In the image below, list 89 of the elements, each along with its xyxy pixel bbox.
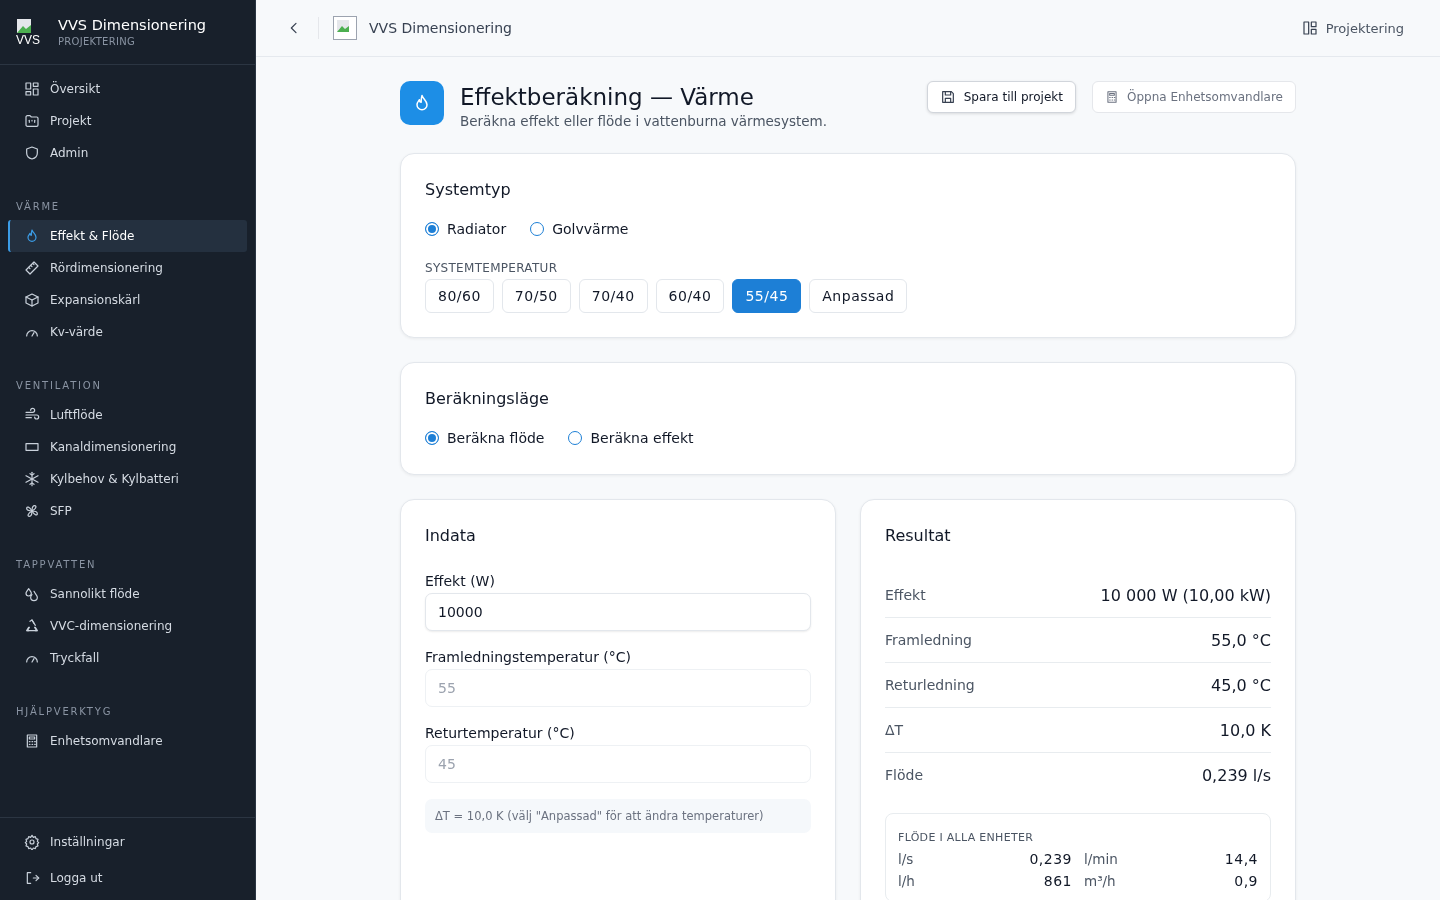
projektering-link[interactable]: Projektering xyxy=(1301,20,1404,36)
nav-item[interactable]: Kylbehov & Kylbatteri xyxy=(8,463,247,495)
nav-item[interactable]: SFP xyxy=(8,495,247,527)
recycle-icon xyxy=(24,618,40,634)
result-value: 10,0 K xyxy=(1219,720,1271,740)
nav-item[interactable]: Översikt xyxy=(8,73,247,105)
field-caption: SYSTEMTEMPERATUR xyxy=(425,261,559,275)
nav-item[interactable]: Kv-värde xyxy=(8,316,247,348)
box-icon xyxy=(24,292,40,308)
layout-icon xyxy=(1301,20,1318,36)
nav-item[interactable]: Inställningar xyxy=(8,826,247,858)
fan-icon xyxy=(24,503,40,519)
gear-icon xyxy=(24,834,40,850)
heading: Effektberäkning — Värme xyxy=(460,83,755,112)
field-label: Returtemperatur (°C) xyxy=(425,725,576,741)
result-label: Effekt xyxy=(885,587,926,603)
nav-item[interactable]: Tryckfall xyxy=(8,642,247,674)
unit-value: 14,4 xyxy=(1223,851,1258,867)
nav-item[interactable]: Kanaldimensionering xyxy=(8,431,247,463)
nav-item[interactable]: Enhetsomvandlare xyxy=(8,725,247,757)
nav-item[interactable]: Sannolikt flöde xyxy=(8,578,247,610)
temperature-preset-button[interactable]: Anpassad xyxy=(809,279,908,313)
grid-icon xyxy=(24,81,40,97)
nav-item[interactable]: VVC-dimensionering xyxy=(8,610,247,642)
broken-image-icon xyxy=(16,18,32,34)
header-button[interactable]: Öppna Enhetsomvandlare xyxy=(1091,81,1296,113)
field-label: Effekt (W) xyxy=(425,573,496,589)
field-label: Framledningstemperatur (°C) xyxy=(425,649,633,665)
unit-label: m³/h xyxy=(1084,873,1117,889)
nav-section-heading: VÄRME xyxy=(15,199,61,214)
result-label: Flöde xyxy=(885,767,923,783)
radio-option[interactable]: Beräkna flöde xyxy=(425,430,545,446)
result-label: Returledning xyxy=(885,677,975,693)
flame-badge-icon xyxy=(400,81,444,125)
header-button[interactable]: Spara till projekt xyxy=(926,81,1076,113)
unit-label: l/min xyxy=(1084,851,1119,867)
folder-icon xyxy=(24,113,40,129)
unit-label: l/h xyxy=(898,873,916,889)
result-label: Framledning xyxy=(885,632,972,648)
temperature-preset-button[interactable]: 70/50 xyxy=(501,279,571,313)
nav-item[interactable]: Effekt & Flöde xyxy=(8,220,247,252)
card-title: Systemtyp xyxy=(425,180,512,199)
nav-item[interactable]: Logga ut xyxy=(8,862,247,894)
result-value: 10 000 W (10,00 kW) xyxy=(1100,585,1271,605)
logo-alt-text: VVS xyxy=(16,34,41,46)
card-title: Resultat xyxy=(885,526,952,545)
nav-section-heading: HJÄLPVERKTYG xyxy=(15,704,114,719)
card-title: Indata xyxy=(425,526,477,545)
temperature-preset-button[interactable]: 60/40 xyxy=(655,279,725,313)
units-title: FLÖDE I ALLA ENHETER xyxy=(898,831,1034,844)
temperature-preset-button[interactable]: 55/45 xyxy=(732,279,802,313)
broken-image-icon xyxy=(333,16,357,40)
calculator-icon xyxy=(1104,90,1119,104)
wind-icon xyxy=(24,407,40,423)
flame-icon xyxy=(24,228,40,244)
note-text: ΔT = 10,0 K (välj "Anpassad" för att ändra temperaturer) xyxy=(425,799,811,833)
logout-icon xyxy=(24,870,40,886)
unit-value: 0,239 xyxy=(1028,851,1072,867)
nav-section-heading: VENTILATION xyxy=(15,379,103,393)
result-label: ΔT xyxy=(885,722,904,738)
nav-item[interactable]: Expansionskärl xyxy=(8,284,247,316)
result-value: 45,0 °C xyxy=(1211,675,1271,695)
nav-item[interactable]: Rördimensionering xyxy=(8,252,247,284)
nav-item[interactable]: Projekt xyxy=(8,105,247,137)
unit-value: 861 xyxy=(1042,873,1072,889)
unit-value: 0,9 xyxy=(1233,873,1258,889)
calculator-icon xyxy=(24,733,40,749)
result-value: 0,239 l/s xyxy=(1201,765,1271,785)
ruler-icon xyxy=(24,260,40,276)
radio-option[interactable]: Beräkna effekt xyxy=(568,430,694,446)
unit-label: l/s xyxy=(898,851,915,867)
droplets-icon xyxy=(24,586,40,602)
nav-item[interactable]: Admin xyxy=(8,137,247,169)
nav-item[interactable]: Luftflöde xyxy=(8,399,247,431)
radio-option[interactable]: Golvvärme xyxy=(530,221,629,237)
temperature-preset-button[interactable]: 70/40 xyxy=(578,279,648,313)
snowflake-icon xyxy=(24,471,40,487)
result-value: 55,0 °C xyxy=(1211,630,1271,650)
description: Beräkna effekt eller flöde i vattenburna värmesystem. xyxy=(460,113,828,129)
nav-section-heading: TAPPVATTEN xyxy=(15,558,98,572)
input-field[interactable]: 10000 xyxy=(425,593,811,631)
app-title: VVS Dimensionering xyxy=(58,17,207,33)
page-title: VVS Dimensionering xyxy=(369,20,512,36)
card-title: Beräkningsläge xyxy=(425,389,550,408)
shield-icon xyxy=(24,145,40,161)
radio-option[interactable]: Radiator xyxy=(425,221,507,237)
app-subtitle: PROJEKTERING xyxy=(58,36,137,47)
save-icon xyxy=(939,89,956,105)
temperature-preset-button[interactable]: 80/60 xyxy=(425,279,494,313)
